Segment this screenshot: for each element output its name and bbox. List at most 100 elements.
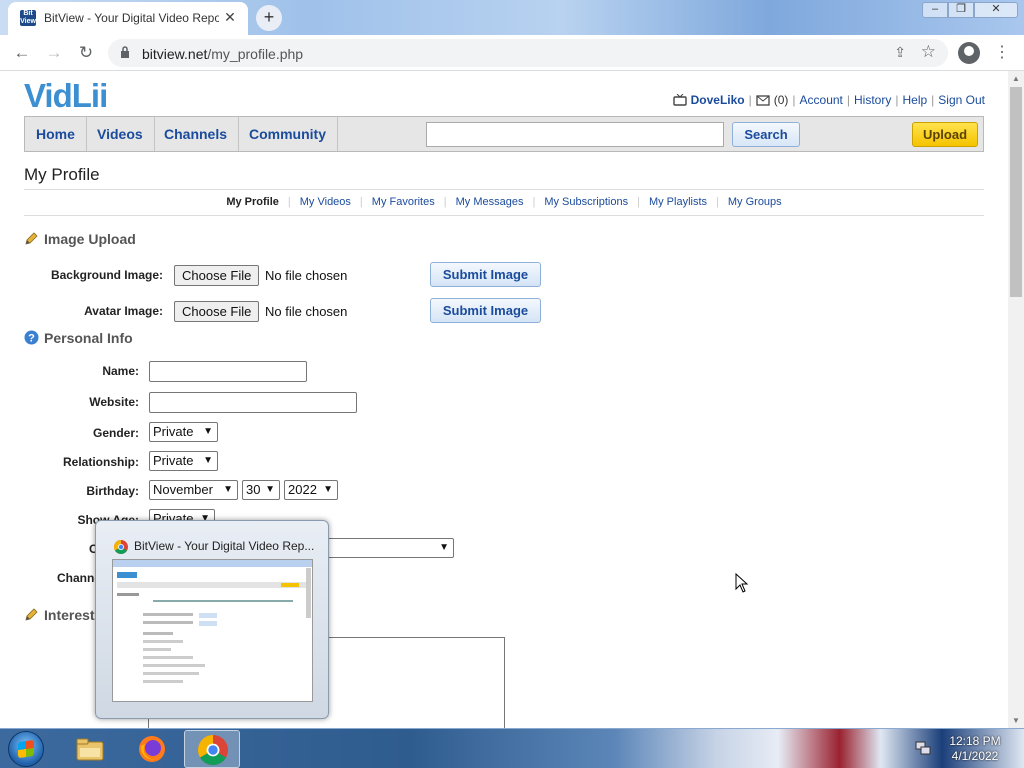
name-label: Name: bbox=[102, 364, 139, 378]
window-close-button[interactable]: ✕ bbox=[974, 2, 1018, 18]
reload-icon[interactable]: ↻ bbox=[74, 41, 98, 65]
chevron-down-icon: ▼ bbox=[265, 484, 275, 495]
relationship-select[interactable]: Private ▼ bbox=[149, 451, 218, 471]
nav-channels[interactable]: Channels bbox=[153, 117, 240, 151]
avatar-image-label: Avatar Image: bbox=[84, 304, 163, 318]
tab-title: BitView - Your Digital Video Repository bbox=[44, 11, 219, 25]
desktop-screen: Bit View BitView - Your Digital Video Rep… bbox=[0, 0, 1024, 768]
nav-home[interactable]: Home bbox=[25, 117, 87, 151]
taskbar-chrome-button[interactable] bbox=[184, 730, 240, 768]
tv-icon bbox=[672, 94, 687, 106]
website-label: Website: bbox=[89, 395, 139, 409]
scroll-up-arrow-icon[interactable]: ▲ bbox=[1012, 74, 1020, 83]
chevron-down-icon: ▼ bbox=[439, 542, 449, 553]
divider bbox=[24, 189, 984, 190]
image-upload-heading: Image Upload bbox=[24, 231, 136, 247]
scrollbar-thumb[interactable] bbox=[1010, 87, 1022, 297]
subnav-my-playlists[interactable]: My Playlists bbox=[640, 196, 716, 208]
name-input[interactable] bbox=[149, 361, 307, 382]
window-minimize-button[interactable]: – bbox=[922, 2, 948, 18]
relationship-label: Relationship: bbox=[62, 455, 139, 469]
avatar-file-status: No file chosen bbox=[265, 304, 348, 319]
subnav-my-subscriptions[interactable]: My Subscriptions bbox=[535, 196, 637, 208]
window-restore-button[interactable]: ❐ bbox=[948, 2, 974, 18]
bookmark-star-icon[interactable]: ☆ bbox=[921, 42, 936, 62]
share-icon[interactable]: ⇪ bbox=[894, 44, 906, 61]
scroll-down-arrow-icon[interactable]: ▼ bbox=[1012, 716, 1020, 725]
site-logo[interactable]: VidLii bbox=[24, 78, 108, 114]
background-file-status: No file chosen bbox=[265, 268, 348, 283]
page-title: My Profile bbox=[24, 165, 100, 184]
chevron-down-icon: ▼ bbox=[203, 426, 213, 437]
messages-count[interactable]: (0) bbox=[774, 93, 789, 107]
sign-out-link[interactable]: Sign Out bbox=[938, 93, 985, 107]
subnav-my-messages[interactable]: My Messages bbox=[447, 196, 533, 208]
subnav-my-videos[interactable]: My Videos bbox=[291, 196, 360, 208]
nav-community[interactable]: Community bbox=[238, 117, 338, 151]
new-tab-button[interactable]: + bbox=[256, 5, 282, 31]
lock-icon bbox=[121, 46, 129, 58]
subnav-my-favorites[interactable]: My Favorites bbox=[363, 196, 444, 208]
forward-arrow-icon[interactable]: → bbox=[42, 41, 66, 65]
pencil-icon bbox=[25, 608, 38, 621]
info-question-icon: ? bbox=[24, 330, 39, 345]
profile-avatar-icon[interactable] bbox=[958, 42, 980, 64]
personal-info-heading: ? Personal Info bbox=[24, 330, 133, 346]
windows-taskbar: 12:18 PM 4/1/2022 bbox=[0, 728, 1024, 768]
gender-select[interactable]: Private ▼ bbox=[149, 422, 218, 442]
start-button[interactable] bbox=[8, 731, 44, 767]
taskbar-firefox-button[interactable] bbox=[124, 730, 180, 768]
folder-icon bbox=[76, 738, 104, 761]
chevron-down-icon: ▼ bbox=[223, 484, 233, 495]
close-tab-icon[interactable]: ✕ bbox=[222, 9, 238, 25]
subnav-my-profile[interactable]: My Profile bbox=[217, 196, 288, 208]
firefox-icon bbox=[139, 736, 165, 762]
account-link[interactable]: Account bbox=[800, 93, 843, 107]
search-button[interactable]: Search bbox=[732, 122, 800, 147]
page-scrollbar[interactable]: ▲ ▼ bbox=[1008, 71, 1024, 728]
address-bar[interactable]: bitview.net/my_profile.php ⇪ ☆ bbox=[108, 39, 948, 67]
url-text: bitview.net/my_profile.php bbox=[142, 46, 304, 62]
interests-heading: Interest bbox=[24, 607, 95, 623]
network-icon[interactable] bbox=[915, 741, 931, 755]
user-bar: DoveLiko | (0) | Account | History | Help | Sign O… bbox=[672, 93, 985, 107]
birthday-label: Birthday: bbox=[86, 484, 139, 498]
svg-text:?: ? bbox=[28, 333, 35, 345]
mouse-cursor-icon bbox=[735, 573, 749, 593]
history-link[interactable]: History bbox=[854, 93, 891, 107]
thumbnail-title: BitView - Your Digital Video Rep... bbox=[134, 539, 315, 553]
browser-titlebar: Bit View BitView - Your Digital Video Rep… bbox=[0, 0, 1024, 35]
help-link[interactable]: Help bbox=[902, 93, 927, 107]
username-link[interactable]: DoveLiko bbox=[691, 93, 745, 107]
background-choose-file-button[interactable]: Choose File bbox=[174, 265, 260, 286]
pencil-icon bbox=[25, 232, 38, 245]
background-submit-image-button[interactable]: Submit Image bbox=[430, 262, 541, 287]
back-arrow-icon[interactable]: ← bbox=[10, 41, 34, 65]
taskbar-explorer-button[interactable] bbox=[62, 730, 118, 768]
nav-videos[interactable]: Videos bbox=[86, 117, 155, 151]
birthday-day-select[interactable]: 30 ▼ bbox=[242, 480, 280, 500]
bitview-favicon-icon: Bit View bbox=[20, 10, 36, 26]
system-clock[interactable]: 12:18 PM 4/1/2022 bbox=[940, 734, 1010, 764]
birthday-year-select[interactable]: 2022 ▼ bbox=[284, 480, 338, 500]
clock-date: 4/1/2022 bbox=[951, 749, 999, 763]
search-input[interactable] bbox=[426, 122, 724, 147]
background-image-label: Background Image: bbox=[50, 268, 163, 282]
main-nav: Home Videos Channels Community Search Up… bbox=[24, 116, 984, 152]
clock-time: 12:18 PM bbox=[949, 734, 1001, 748]
website-input[interactable] bbox=[149, 392, 357, 413]
taskbar-thumbnail-popup[interactable]: BitView - Your Digital Video Rep... bbox=[95, 520, 329, 719]
browser-tab[interactable]: Bit View BitView - Your Digital Video Rep… bbox=[8, 2, 248, 35]
gender-label: Gender: bbox=[92, 426, 139, 440]
browser-toolbar: ← → ↻ bitview.net/my_profile.php ⇪ ☆ ⋮ bbox=[0, 35, 1024, 71]
upload-button[interactable]: Upload bbox=[912, 122, 978, 147]
profile-subnav: My Profile | My Videos | My Favorites | My Mes… bbox=[0, 196, 1008, 208]
menu-kebab-icon[interactable]: ⋮ bbox=[994, 42, 1010, 64]
avatar-submit-image-button[interactable]: Submit Image bbox=[430, 298, 541, 323]
birthday-month-select[interactable]: November ▼ bbox=[149, 480, 238, 500]
mail-icon[interactable] bbox=[756, 95, 770, 106]
avatar-choose-file-button[interactable]: Choose File bbox=[174, 301, 260, 322]
chrome-icon bbox=[114, 540, 128, 554]
chevron-down-icon: ▼ bbox=[203, 455, 213, 466]
subnav-my-groups[interactable]: My Groups bbox=[719, 196, 791, 208]
